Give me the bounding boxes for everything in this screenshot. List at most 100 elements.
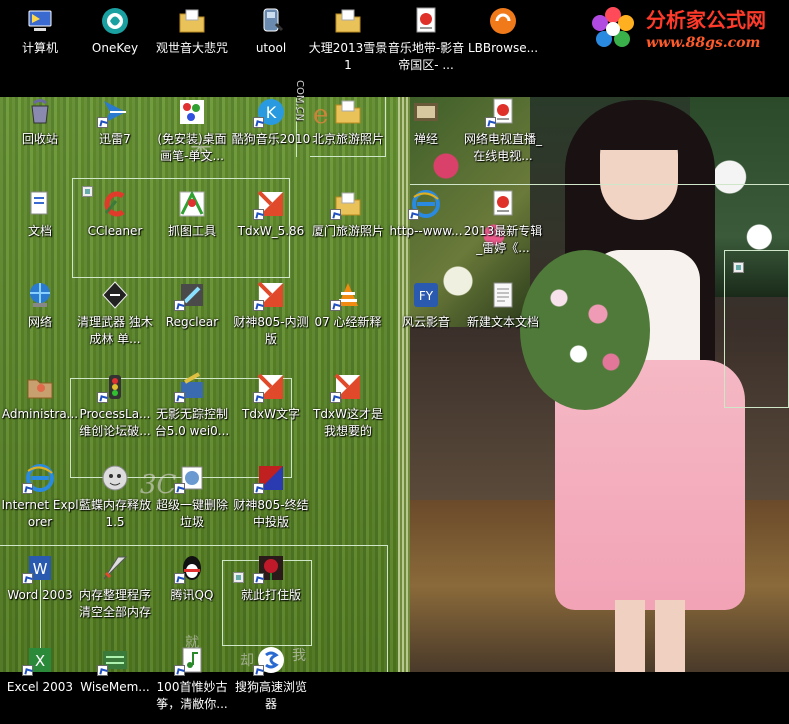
- svg-text:X: X: [35, 652, 45, 670]
- desktop-icon-onekey[interactable]: OneKey: [75, 6, 155, 90]
- desktop-icon-new-text[interactable]: 新建文本文档: [463, 280, 543, 364]
- network-icon: [25, 280, 55, 310]
- desktop-icon-desktop-paint[interactable]: (免安装)桌面画笔-单文...: [152, 97, 232, 181]
- desktop-icon-label: CCleaner: [87, 224, 143, 238]
- desktop-icon-label: TdxW这才是我想要的: [313, 407, 383, 438]
- desktop-icon-ccleaner[interactable]: CCleaner: [75, 189, 155, 273]
- fengyun-icon: FY: [411, 280, 441, 310]
- desktop-icon-music-2013[interactable]: 2013最新专辑_雷婷《...: [463, 189, 543, 273]
- desktop-icon-documents[interactable]: 文档: [0, 189, 80, 273]
- desktop-icon-chanjing[interactable]: 禅经: [386, 97, 466, 181]
- documents-icon: [25, 189, 55, 219]
- desktop-icon-caishen-zhongjie[interactable]: 财神805-终结中投版: [231, 463, 311, 547]
- desktop-icon-label: 音乐地带-影音帝国区- ...: [387, 41, 465, 72]
- desktop-icon-netv[interactable]: 网络电视直播_在线电视...: [463, 97, 543, 181]
- desktop-icon-label: 07 心经新释: [314, 315, 382, 329]
- desktop-icon-guanshiyin[interactable]: 观世音大悲咒: [152, 6, 232, 90]
- desktop-icon-jiuci[interactable]: 就此打住版: [231, 553, 311, 637]
- desktop-icon-xunlei[interactable]: 迅雷7: [75, 97, 155, 181]
- desktop-icon-fengyun[interactable]: FY 风云影音: [386, 280, 466, 364]
- desktop-icon-label: 内存整理程序清空全部内存: [78, 588, 151, 619]
- desktop-icon-label: LBBrowse...: [467, 41, 539, 55]
- shortcut-arrow-icon: [253, 209, 264, 220]
- desktop-icon-label: Word 2003: [7, 588, 73, 602]
- desktop-icon-utool[interactable]: utool: [231, 6, 311, 90]
- desktop-icon-label: 厦门旅游照片: [311, 224, 384, 238]
- shortcut-arrow-icon: [253, 300, 264, 311]
- desktop-icon-label: TdxW文字: [242, 407, 300, 421]
- desktop-icon-excel-2003[interactable]: X Excel 2003: [0, 645, 80, 724]
- selection-rect: [724, 250, 789, 408]
- shortcut-overlay-icon: [733, 262, 744, 273]
- web-doc-icon: [488, 189, 518, 219]
- desktop-icon-snip-tool[interactable]: 抓图工具: [152, 189, 232, 273]
- shortcut-arrow-icon: [330, 392, 341, 403]
- desktop-icon-http-www[interactable]: http--www...: [386, 189, 466, 273]
- desktop-icon-kugou[interactable]: K 酷狗音乐2010: [231, 97, 311, 181]
- desktop-icon-label: (免安装)桌面画笔-单文...: [157, 132, 227, 163]
- desktop-icon-label: 大理2013雪景1: [308, 41, 388, 72]
- desktop-icon-mem-clean[interactable]: 内存整理程序清空全部内存: [75, 553, 155, 637]
- lbbrowser-icon: [488, 6, 518, 36]
- ccleaner-icon: [100, 189, 130, 219]
- desktop-icon-label: 2013最新专辑_雷婷《...: [463, 224, 543, 255]
- shortcut-arrow-icon: [22, 665, 33, 676]
- desktop-icon-label: TdxW_5.86: [237, 224, 305, 238]
- shortcut-arrow-icon: [97, 392, 108, 403]
- desktop-icon-label: 藍蝶内存释放1.5: [78, 498, 151, 529]
- wallpaper-divider: [398, 97, 410, 672]
- desktop-icon-recycle-bin[interactable]: 回收站: [0, 97, 80, 181]
- shortcut-arrow-icon: [22, 483, 33, 494]
- desktop-icon-tdxw-want[interactable]: TdxW这才是我想要的: [308, 372, 388, 456]
- desktop-icon-label: 观世音大悲咒: [155, 41, 228, 55]
- desktop-icon-lbbrowser[interactable]: LBBrowse...: [463, 6, 543, 90]
- desktop-icon-dali-xue[interactable]: 大理2013雪景1: [308, 6, 388, 90]
- desktop-icon-label: 财神805-终结中投版: [233, 498, 309, 529]
- desktop-icon-network[interactable]: 网络: [0, 280, 80, 364]
- shortcut-arrow-icon: [97, 117, 108, 128]
- shortcut-arrow-icon: [253, 483, 264, 494]
- desktop-icon-xinjing-07[interactable]: 07 心经新释: [308, 280, 388, 364]
- desktop-icon-label: 超级一键删除垃圾: [155, 498, 228, 529]
- logo-title: 分析家公式网: [646, 8, 766, 32]
- desktop-icon-processlasso[interactable]: ProcessLa...维创论坛破...: [75, 372, 155, 456]
- shortcut-arrow-icon: [174, 300, 185, 311]
- desktop-icon-computer[interactable]: 计算机: [0, 6, 80, 90]
- logo-url: www.88gs.com: [646, 35, 761, 51]
- desktop-icon-administrator[interactable]: Administra...: [0, 372, 80, 456]
- desktop-icon-word-2003[interactable]: W Word 2003: [0, 553, 80, 637]
- desktop-icon-sogou[interactable]: 搜狗高速浏览器: [231, 645, 311, 724]
- desktop-icon-qingli[interactable]: 清理武器 独木成林 单...: [75, 280, 155, 364]
- desktop-icon-tdxw-586[interactable]: TdxW_5.86: [231, 189, 311, 273]
- desktop-icon-label: 抓图工具: [167, 224, 216, 238]
- qingli-icon: [100, 280, 130, 310]
- desktop-icon-mem-release[interactable]: 藍蝶内存释放1.5: [75, 463, 155, 547]
- desktop-icon-wisemem[interactable]: WiseMem...: [75, 645, 155, 724]
- desktop-icon-label: 迅雷7: [99, 132, 131, 146]
- desktop-icon-qq[interactable]: 腾讯QQ: [152, 553, 232, 637]
- chanjing-icon: [411, 97, 441, 127]
- desktop-icon-label: utool: [255, 41, 287, 55]
- web-doc-icon: [411, 6, 441, 36]
- desktop-icon-caishen-neice[interactable]: 财神805-内测版: [231, 280, 311, 364]
- desktop-icon-100-poems[interactable]: 100首惟妙古筝，清敝你...: [152, 645, 232, 724]
- desktop-icon-beijing-photos[interactable]: 北京旅游照片: [308, 97, 388, 181]
- desktop-icon-ie[interactable]: Internet Explorer: [0, 463, 80, 547]
- shortcut-arrow-icon: [253, 573, 264, 584]
- desktop-icon-label: Excel 2003: [6, 680, 74, 694]
- desktop-icon-label: 网络: [27, 315, 52, 329]
- wallpaper-girl-legs: [615, 600, 685, 672]
- desktop-icon-tdxw-text[interactable]: TdxW文字: [231, 372, 311, 456]
- desktop-icon-regclear[interactable]: Regclear: [152, 280, 232, 364]
- desktop-icon-xiamen-photos[interactable]: 厦门旅游照片: [308, 189, 388, 273]
- desktop-icon-music-map[interactable]: 音乐地带-影音帝国区- ...: [386, 6, 466, 90]
- paint-icon: [177, 97, 207, 127]
- desktop-icon-label: ProcessLa...维创论坛破...: [79, 407, 151, 438]
- shortcut-arrow-icon: [22, 573, 33, 584]
- desktop-icon-super-delete[interactable]: 超级一键删除垃圾: [152, 463, 232, 547]
- computer-icon: [25, 6, 55, 36]
- desktop-icon-wuying[interactable]: 无影无踪控制台5.0 wei0...: [152, 372, 232, 456]
- shortcut-arrow-icon: [253, 665, 264, 676]
- desktop-icon-label: Internet Explorer: [1, 498, 79, 529]
- desktop-icon-label: 酷狗音乐2010: [231, 132, 311, 146]
